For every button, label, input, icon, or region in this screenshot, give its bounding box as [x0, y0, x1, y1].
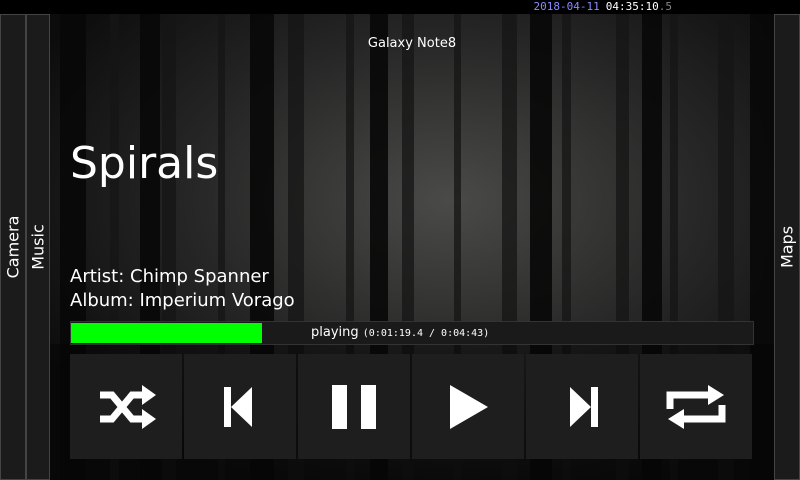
status-time: 04:35:10 — [605, 0, 659, 13]
track-title: Spirals — [70, 138, 219, 189]
play-icon — [450, 384, 488, 429]
clock: 2018-04-11 04:35:10.5 — [534, 0, 672, 14]
shuffle-icon — [100, 384, 156, 429]
status-bar: 2018-04-11 04:35:10.5 — [0, 0, 800, 14]
side-tab-music[interactable]: Music — [26, 14, 50, 480]
side-tab-maps-label: Maps — [777, 225, 797, 269]
play-button[interactable] — [412, 354, 524, 459]
previous-button[interactable] — [184, 354, 296, 459]
pause-icon — [332, 384, 376, 429]
playback-controls — [70, 354, 754, 459]
repeat-icon — [666, 384, 726, 429]
track-artist: Artist: Chimp Spanner — [70, 266, 269, 287]
repeat-button[interactable] — [640, 354, 752, 459]
track-album: Album: Imperium Vorago — [70, 290, 295, 311]
progress-bar[interactable]: playing (0:01:19.4 / 0:04:43) — [70, 321, 754, 345]
pause-button[interactable] — [298, 354, 410, 459]
playback-state: playing — [311, 325, 359, 340]
side-tab-camera[interactable]: Camera — [0, 14, 26, 480]
status-fraction: .5 — [658, 0, 672, 13]
status-date: 2018-04-11 — [533, 0, 600, 13]
side-tab-maps[interactable]: Maps — [774, 14, 800, 480]
progress-fill — [71, 323, 262, 343]
side-tab-camera-label: Camera — [3, 215, 23, 279]
side-tab-music-label: Music — [28, 224, 48, 270]
device-name: Galaxy Note8 — [367, 36, 457, 51]
music-player-panel: Galaxy Note8 Spirals Artist: Chimp Spann… — [50, 14, 774, 480]
shuffle-button[interactable] — [70, 354, 182, 459]
playback-timecode: (0:01:19.4 / 0:04:43) — [362, 328, 490, 339]
next-button[interactable] — [526, 354, 638, 459]
playback-status: playing (0:01:19.4 / 0:04:43) — [311, 322, 489, 345]
next-icon — [570, 386, 598, 427]
previous-icon — [224, 386, 252, 427]
